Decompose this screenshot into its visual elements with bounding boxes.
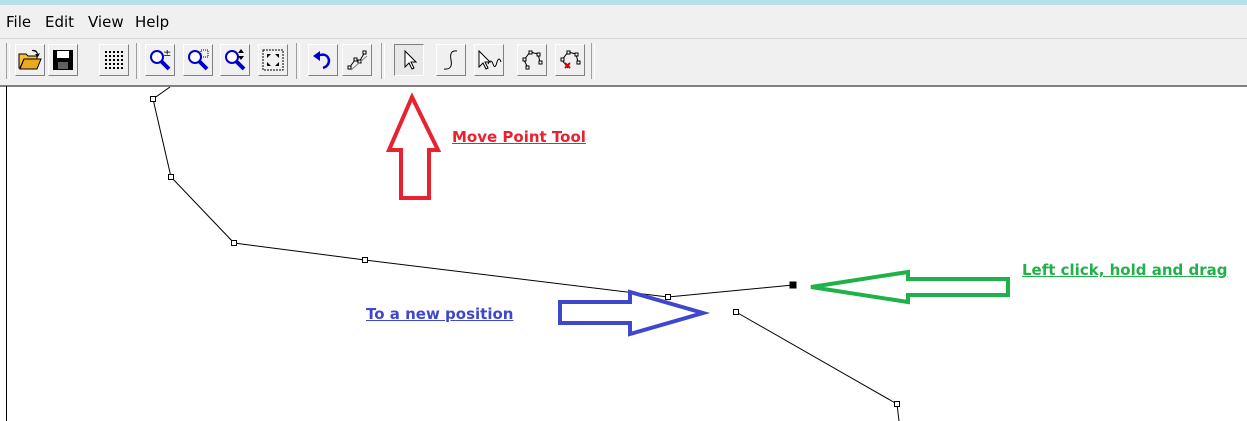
undo-button[interactable] xyxy=(308,44,338,76)
zoom-pan-icon xyxy=(225,49,246,71)
vertex-handle[interactable] xyxy=(362,257,368,263)
toolbar-separator xyxy=(381,43,385,79)
zoom-window-button[interactable] xyxy=(183,44,213,76)
menu-view[interactable]: View xyxy=(88,13,124,31)
zoom-extents-button[interactable] xyxy=(258,44,288,76)
vertex-handle[interactable] xyxy=(665,294,671,300)
blue-right-arrow-annotation xyxy=(558,289,711,337)
new-position-label: To a new position xyxy=(366,305,514,323)
zoom-pan-button[interactable] xyxy=(220,44,250,76)
move-point-tool-label: Move Point Tool xyxy=(452,128,586,146)
grid-dots-icon xyxy=(105,51,123,69)
menu-edit[interactable]: Edit xyxy=(45,13,74,31)
grid-button[interactable] xyxy=(99,44,129,76)
polyline-icon xyxy=(347,50,368,71)
polyline-tool-button[interactable] xyxy=(342,44,372,76)
toolbar-separator xyxy=(136,43,140,79)
pointer-arrow-icon xyxy=(404,49,418,70)
polyline-shape-branch[interactable] xyxy=(735,311,900,421)
floppy-disk-icon xyxy=(53,50,73,70)
svg-text:±: ± xyxy=(163,48,171,59)
add-vertex-button[interactable] xyxy=(517,44,547,76)
move-point-tool-button[interactable] xyxy=(394,44,424,76)
open-file-button[interactable] xyxy=(15,44,45,76)
vertex-handle[interactable] xyxy=(894,401,900,407)
folder-open-icon xyxy=(18,49,42,70)
zoom-in-out-button[interactable]: ± xyxy=(145,44,175,76)
freehand-select-button[interactable] xyxy=(474,44,504,76)
polyline-shape[interactable] xyxy=(152,86,794,298)
pointer-wave-icon xyxy=(478,49,502,70)
zoom-window-icon xyxy=(188,49,209,71)
vertex-handle[interactable] xyxy=(231,240,237,246)
vertex-handle[interactable] xyxy=(150,96,156,102)
polygon-vertices-icon xyxy=(522,50,543,70)
menu-file[interactable]: File xyxy=(6,13,31,31)
green-left-arrow-annotation xyxy=(810,269,1010,305)
zoom-extents-icon xyxy=(262,49,284,71)
menu-help[interactable]: Help xyxy=(135,13,169,31)
toolbar: ± xyxy=(0,39,1247,87)
s-curve-icon xyxy=(443,50,458,70)
drawing-canvas[interactable] xyxy=(0,86,1247,421)
vertex-handle-selected[interactable] xyxy=(789,281,797,289)
left-click-drag-label: Left click, hold and drag xyxy=(1022,261,1228,279)
save-button[interactable] xyxy=(48,44,78,76)
curve-tool-button[interactable] xyxy=(436,44,466,76)
polygon-delete-vertex-icon xyxy=(560,50,581,69)
delete-vertex-button[interactable] xyxy=(555,44,585,76)
undo-arrow-icon xyxy=(313,51,331,70)
toolbar-grip xyxy=(6,43,10,79)
vertex-handle[interactable] xyxy=(733,309,739,315)
red-up-arrow-annotation xyxy=(385,92,442,200)
zoom-plus-minus-icon: ± xyxy=(150,48,171,71)
vertex-handle[interactable] xyxy=(168,174,174,180)
toolbar-separator xyxy=(296,43,300,79)
toolbar-separator xyxy=(591,43,595,79)
menu-bar: File Edit View Help xyxy=(0,5,1247,39)
